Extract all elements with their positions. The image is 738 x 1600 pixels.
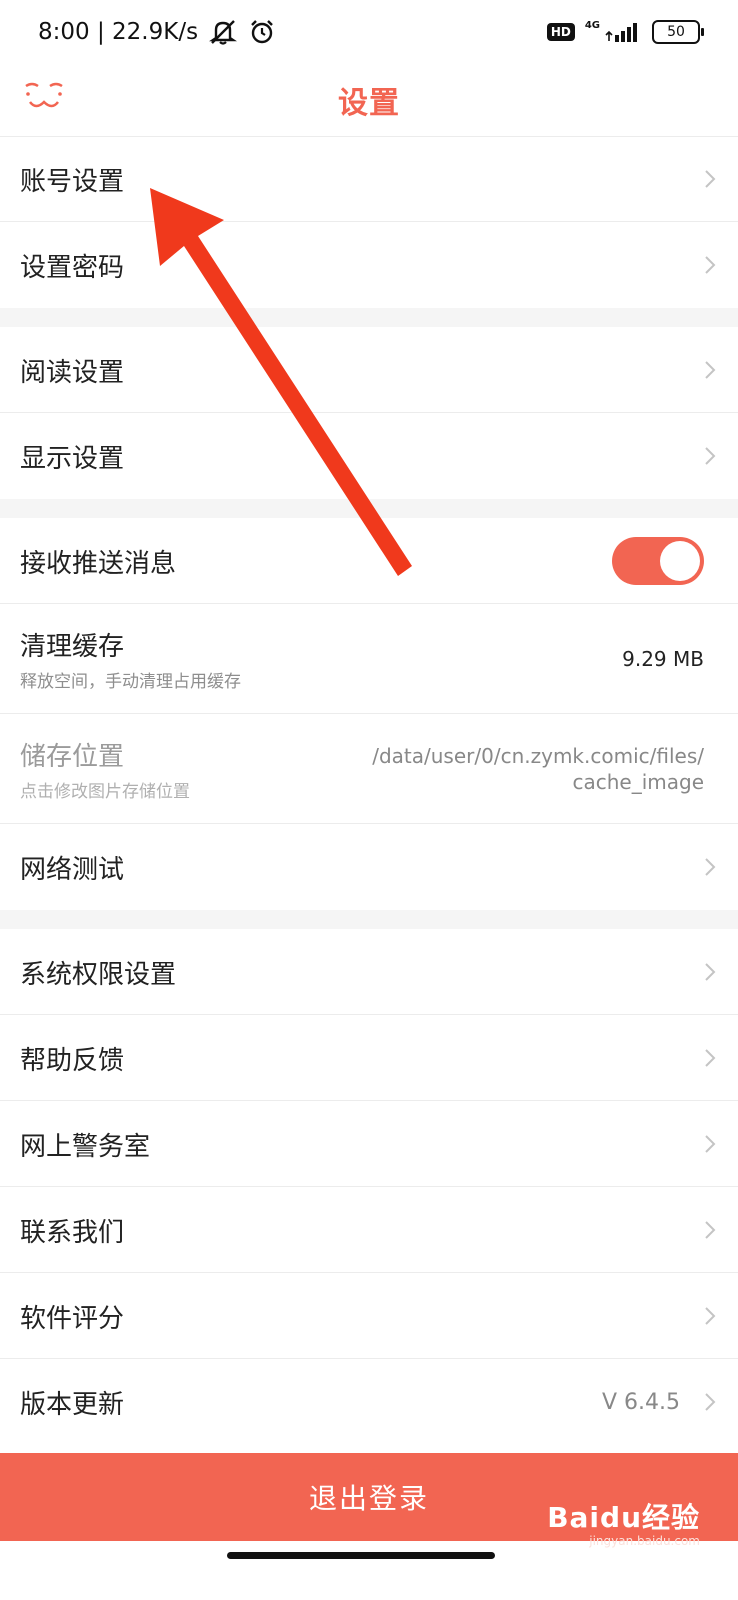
row-app-rating[interactable]: 软件评分 — [0, 1273, 738, 1359]
row-set-password[interactable]: 设置密码 — [0, 222, 738, 308]
status-time-speed: 8:00 | 22.9K/s — [38, 19, 199, 45]
storage-path-value: /data/user/0/cn.zymk.comic/files/ cache_… — [372, 743, 704, 795]
watermark-main: Baidu经验 — [547, 1501, 700, 1534]
row-text: 清理缓存 释放空间，手动清理占用缓存 — [20, 626, 241, 692]
status-bar: 8:00 | 22.9K/s HD 4G 50 — [0, 0, 738, 64]
row-label: 账号设置 — [20, 166, 125, 197]
chevron-right-icon — [705, 170, 716, 188]
chevron-right-icon — [705, 858, 716, 876]
chevron-right-icon — [705, 256, 716, 274]
page-title: 设置 — [338, 86, 400, 121]
row-network-test[interactable]: 网络测试 — [0, 824, 738, 910]
chevron-right-icon — [705, 1135, 716, 1153]
chevron-right-icon — [705, 963, 716, 981]
row-label: 版本更新 — [20, 1389, 125, 1420]
push-toggle[interactable] — [612, 537, 704, 585]
home-indicator[interactable] — [227, 1552, 495, 1559]
cache-size-value: 9.29 MB — [622, 647, 704, 671]
title-bar: 设置 — [0, 64, 738, 136]
status-right: HD 4G 50 — [546, 19, 704, 44]
chevron-right-icon — [705, 361, 716, 379]
cat-face-icon[interactable] — [24, 80, 64, 114]
mute-bell-icon — [209, 20, 238, 45]
section-divider — [0, 308, 738, 327]
row-label: 显示设置 — [20, 443, 125, 474]
storage-path-line-1: /data/user/0/cn.zymk.comic/files/ — [372, 744, 704, 768]
row-label: 接收推送消息 — [20, 548, 177, 579]
row-label: 网络测试 — [20, 854, 125, 885]
row-label: 系统权限设置 — [20, 959, 177, 990]
hd-badge: HD — [546, 23, 575, 41]
watermark-sub: jingyan.baidu.com — [589, 1534, 700, 1548]
signal-icon — [605, 23, 637, 42]
section-divider — [0, 499, 738, 518]
row-sublabel: 点击修改图片存储位置 — [20, 782, 190, 802]
row-storage-location[interactable]: 储存位置 点击修改图片存储位置 /data/user/0/cn.zymk.com… — [0, 714, 738, 824]
alarm-clock-icon — [251, 20, 273, 44]
toggle-knob — [660, 541, 700, 581]
row-online-police[interactable]: 网上警务室 — [0, 1101, 738, 1187]
row-help-feedback[interactable]: 帮助反馈 — [0, 1015, 738, 1101]
row-display-settings[interactable]: 显示设置 — [0, 413, 738, 499]
network-type: 4G — [584, 19, 600, 31]
row-text: 储存位置 点击修改图片存储位置 — [20, 736, 190, 802]
chevron-right-icon — [705, 1049, 716, 1067]
row-label: 帮助反馈 — [20, 1045, 125, 1076]
row-sublabel: 释放空间，手动清理占用缓存 — [20, 672, 241, 692]
status-left: 8:00 | 22.9K/s — [38, 18, 276, 46]
chevron-right-icon — [705, 447, 716, 465]
row-reading-settings[interactable]: 阅读设置 — [0, 327, 738, 413]
storage-path-line-2: cache_image — [572, 770, 704, 794]
row-system-permissions[interactable]: 系统权限设置 — [0, 929, 738, 1015]
chevron-right-icon — [705, 1307, 716, 1325]
battery-indicator: 50 — [652, 20, 704, 44]
chevron-right-icon — [705, 1393, 716, 1411]
row-version-update[interactable]: 版本更新 V 6.4.5 — [0, 1359, 738, 1445]
row-label: 清理缓存 — [20, 632, 125, 662]
row-label: 设置密码 — [20, 252, 125, 283]
version-value: V 6.4.5 — [601, 1389, 680, 1415]
chevron-right-icon — [705, 1221, 716, 1239]
row-label: 软件评分 — [20, 1303, 125, 1334]
row-push-messages: 接收推送消息 — [0, 518, 738, 604]
row-account-settings[interactable]: 账号设置 — [0, 136, 738, 222]
row-label: 阅读设置 — [20, 357, 125, 388]
settings-list: 账号设置 设置密码 阅读设置 显示设置 接收推送消息 清理缓存 释放空间，手动清… — [0, 136, 738, 1445]
section-divider — [0, 910, 738, 929]
row-label: 储存位置 — [20, 742, 125, 772]
row-label: 网上警务室 — [20, 1131, 151, 1162]
baidu-watermark: Baidu经验 jingyan.baidu.com — [547, 1496, 700, 1548]
row-label: 联系我们 — [20, 1217, 125, 1248]
row-contact-us[interactable]: 联系我们 — [0, 1187, 738, 1273]
row-clear-cache[interactable]: 清理缓存 释放空间，手动清理占用缓存 9.29 MB — [0, 604, 738, 714]
